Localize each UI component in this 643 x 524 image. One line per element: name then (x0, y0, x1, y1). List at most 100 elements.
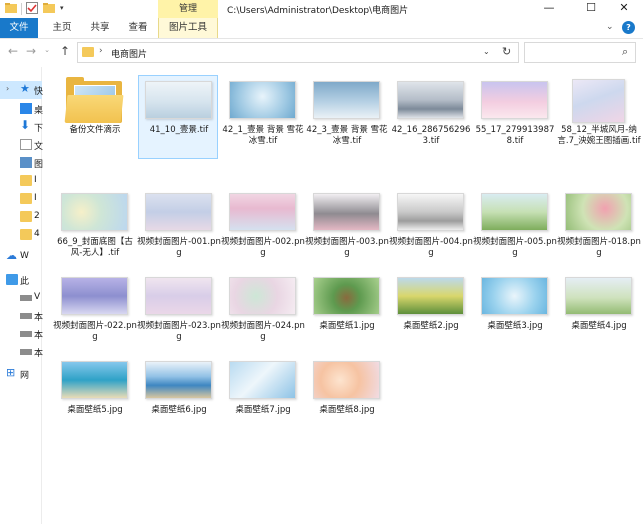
tab-view[interactable]: 查看 (120, 18, 156, 38)
thumbnail (313, 193, 380, 231)
sidebar-item-folder-1[interactable]: I (0, 172, 42, 190)
search-input[interactable]: ⌕ (524, 42, 636, 63)
sidebar-item-label: 网 (20, 371, 30, 381)
list-item[interactable]: 桌面壁纸3.jpg (473, 271, 557, 355)
address-bar[interactable]: › 电商图片 ⌄ ↻ (77, 42, 519, 63)
drive-icon (20, 331, 32, 337)
sidebar-item-onedrive[interactable]: ☁ W (0, 248, 42, 266)
sidebar-item-label: I (34, 175, 37, 185)
thumbnail (145, 193, 212, 231)
ribbon-tabs: 文件 主页 共享 查看 图片工具 ⌄ ? (0, 18, 643, 39)
list-item[interactable]: 桌面壁纸7.jpg (221, 355, 305, 439)
list-item[interactable]: 55_17_2799139878.tif (473, 75, 557, 159)
list-item[interactable]: 桌面壁纸1.jpg (305, 271, 389, 355)
file-name: 41_10_壹景.tif (149, 125, 209, 135)
file-name: 66_9_封面底图【古风-无人】.tif (57, 237, 133, 258)
sidebar-item-network[interactable]: ⊞ 网 (0, 365, 42, 383)
sidebar-item-label: 下 (34, 124, 44, 134)
file-name: 视频封面图片-002.png (221, 237, 305, 258)
list-item[interactable]: 视频封面图片-023.png (137, 271, 221, 355)
tab-manage[interactable]: 管理 (158, 0, 218, 18)
thumbnail (397, 277, 464, 315)
thumbnail (313, 81, 380, 119)
drive-icon (20, 313, 32, 319)
list-item[interactable]: 视频封面图片-022.png (53, 271, 137, 355)
list-item[interactable]: 桌面壁纸2.jpg (389, 271, 473, 355)
thumbnail (61, 361, 128, 399)
sidebar-item-desktop[interactable]: 桌 (0, 100, 44, 118)
list-item[interactable]: 视频封面图片-001.png (137, 187, 221, 271)
sidebar-item-drive-1[interactable]: V (0, 289, 42, 307)
help-icon[interactable]: ? (622, 21, 635, 34)
sidebar-item-downloads[interactable]: ⬇ 下 (0, 118, 44, 136)
list-item[interactable]: 视频封面图片-002.png (221, 187, 305, 271)
new-folder-icon[interactable] (43, 2, 57, 16)
list-item[interactable]: 桌面壁纸4.jpg (557, 271, 641, 355)
sidebar-item-quick-access[interactable]: › ★ 快 (0, 81, 43, 99)
expand-ribbon-icon[interactable]: ⌄ (606, 22, 614, 32)
list-item[interactable]: 视频封面图片-005.png (473, 187, 557, 271)
cloud-icon: ☁ (6, 249, 17, 262)
list-item[interactable]: 桌面壁纸5.jpg (53, 355, 137, 439)
sidebar-item-label: 桌 (34, 106, 44, 116)
title-bar: ▾ 管理 C:\Users\Administrator\Desktop\电商图片… (0, 0, 643, 18)
sidebar-item-folder-2[interactable]: I (0, 190, 42, 208)
thumbnail (313, 361, 380, 399)
forward-button[interactable]: → (24, 44, 38, 58)
list-item[interactable]: 42_3_壹景 背景 雪花 冰雪.tif (305, 75, 389, 159)
tab-picture-tools[interactable]: 图片工具 (158, 18, 218, 38)
sidebar-item-drive-3[interactable]: 本 (0, 325, 44, 343)
file-name: 视频封面图片-018.png (557, 237, 641, 258)
list-item[interactable]: 42_1_壹景 背景 雪花 冰雪.tif (221, 75, 305, 159)
list-item[interactable]: 视频封面图片-004.png (389, 187, 473, 271)
tab-file[interactable]: 文件 (0, 18, 38, 38)
sidebar-item-drive-2[interactable]: 本 (0, 307, 43, 325)
customize-quick-access-icon[interactable]: ▾ (60, 4, 70, 18)
refresh-button[interactable]: ↻ (502, 45, 511, 58)
search-icon: ⌕ (622, 45, 629, 58)
recent-locations-icon[interactable]: ⌄ (40, 46, 54, 54)
sidebar-item-label: 本 (34, 331, 44, 341)
list-item[interactable]: 视频封面图片-024.png (221, 271, 305, 355)
thumbnail (481, 277, 548, 315)
list-item[interactable]: 桌面壁纸8.jpg (305, 355, 389, 439)
breadcrumb[interactable]: 电商图片 (111, 47, 147, 60)
list-item[interactable]: 备份文件滴示 (53, 75, 137, 159)
sidebar-item-drive-4[interactable]: 本 (0, 343, 44, 361)
file-name: 42_3_壹景 背景 雪花 冰雪.tif (306, 125, 388, 146)
breadcrumb-separator-icon[interactable]: › (99, 46, 103, 56)
back-button[interactable]: ← (6, 44, 20, 58)
list-item[interactable]: 58_12_半城风月-纳言.7_泱婉王图插画.tif (557, 75, 641, 159)
properties-icon[interactable] (26, 2, 40, 16)
tab-share[interactable]: 共享 (82, 18, 118, 38)
sidebar-item-this-pc[interactable]: 此 (0, 271, 42, 289)
list-item[interactable]: 视频封面图片-018.png (557, 187, 641, 271)
sidebar-item-label: W (20, 251, 29, 261)
thumbnail (397, 193, 464, 231)
list-item[interactable]: 41_10_壹景.tif (137, 75, 221, 159)
file-name: 42_16_2867562963.tif (391, 125, 471, 146)
picture-icon (20, 157, 32, 168)
sidebar-item-folder-4[interactable]: 4 (0, 226, 42, 244)
list-item[interactable]: 42_16_2867562963.tif (389, 75, 473, 159)
sidebar-item-label: 本 (34, 349, 44, 359)
list-item[interactable]: 桌面壁纸6.jpg (137, 355, 221, 439)
sidebar-item-folder-3[interactable]: 2 (0, 208, 42, 226)
navigation-pane: › ★ 快 桌 ⬇ 下 文 图 I I 2 4 ☁ W 此 V 本 本 本 ⊞ … (0, 67, 44, 524)
folder-icon[interactable] (5, 2, 19, 16)
list-item[interactable]: 66_9_封面底图【古风-无人】.tif (53, 187, 137, 271)
up-button[interactable]: ↑ (58, 44, 72, 58)
folder-icon (20, 211, 32, 222)
tab-home[interactable]: 主页 (44, 18, 80, 38)
sidebar-item-label: 文 (34, 142, 44, 152)
list-item[interactable]: 视频封面图片-003.png (305, 187, 389, 271)
sidebar-item-documents[interactable]: 文 (0, 136, 44, 154)
chevron-right-icon[interactable]: › (6, 84, 9, 93)
folder-icon (20, 175, 32, 186)
close-button[interactable]: ✕ (605, 0, 643, 18)
address-dropdown-icon[interactable]: ⌄ (483, 47, 490, 56)
sidebar-item-pictures[interactable]: 图 (0, 154, 43, 172)
file-name: 备份文件滴示 (69, 125, 121, 135)
file-name: 视频封面图片-004.png (389, 237, 473, 258)
minimize-button[interactable]: — (530, 0, 568, 18)
